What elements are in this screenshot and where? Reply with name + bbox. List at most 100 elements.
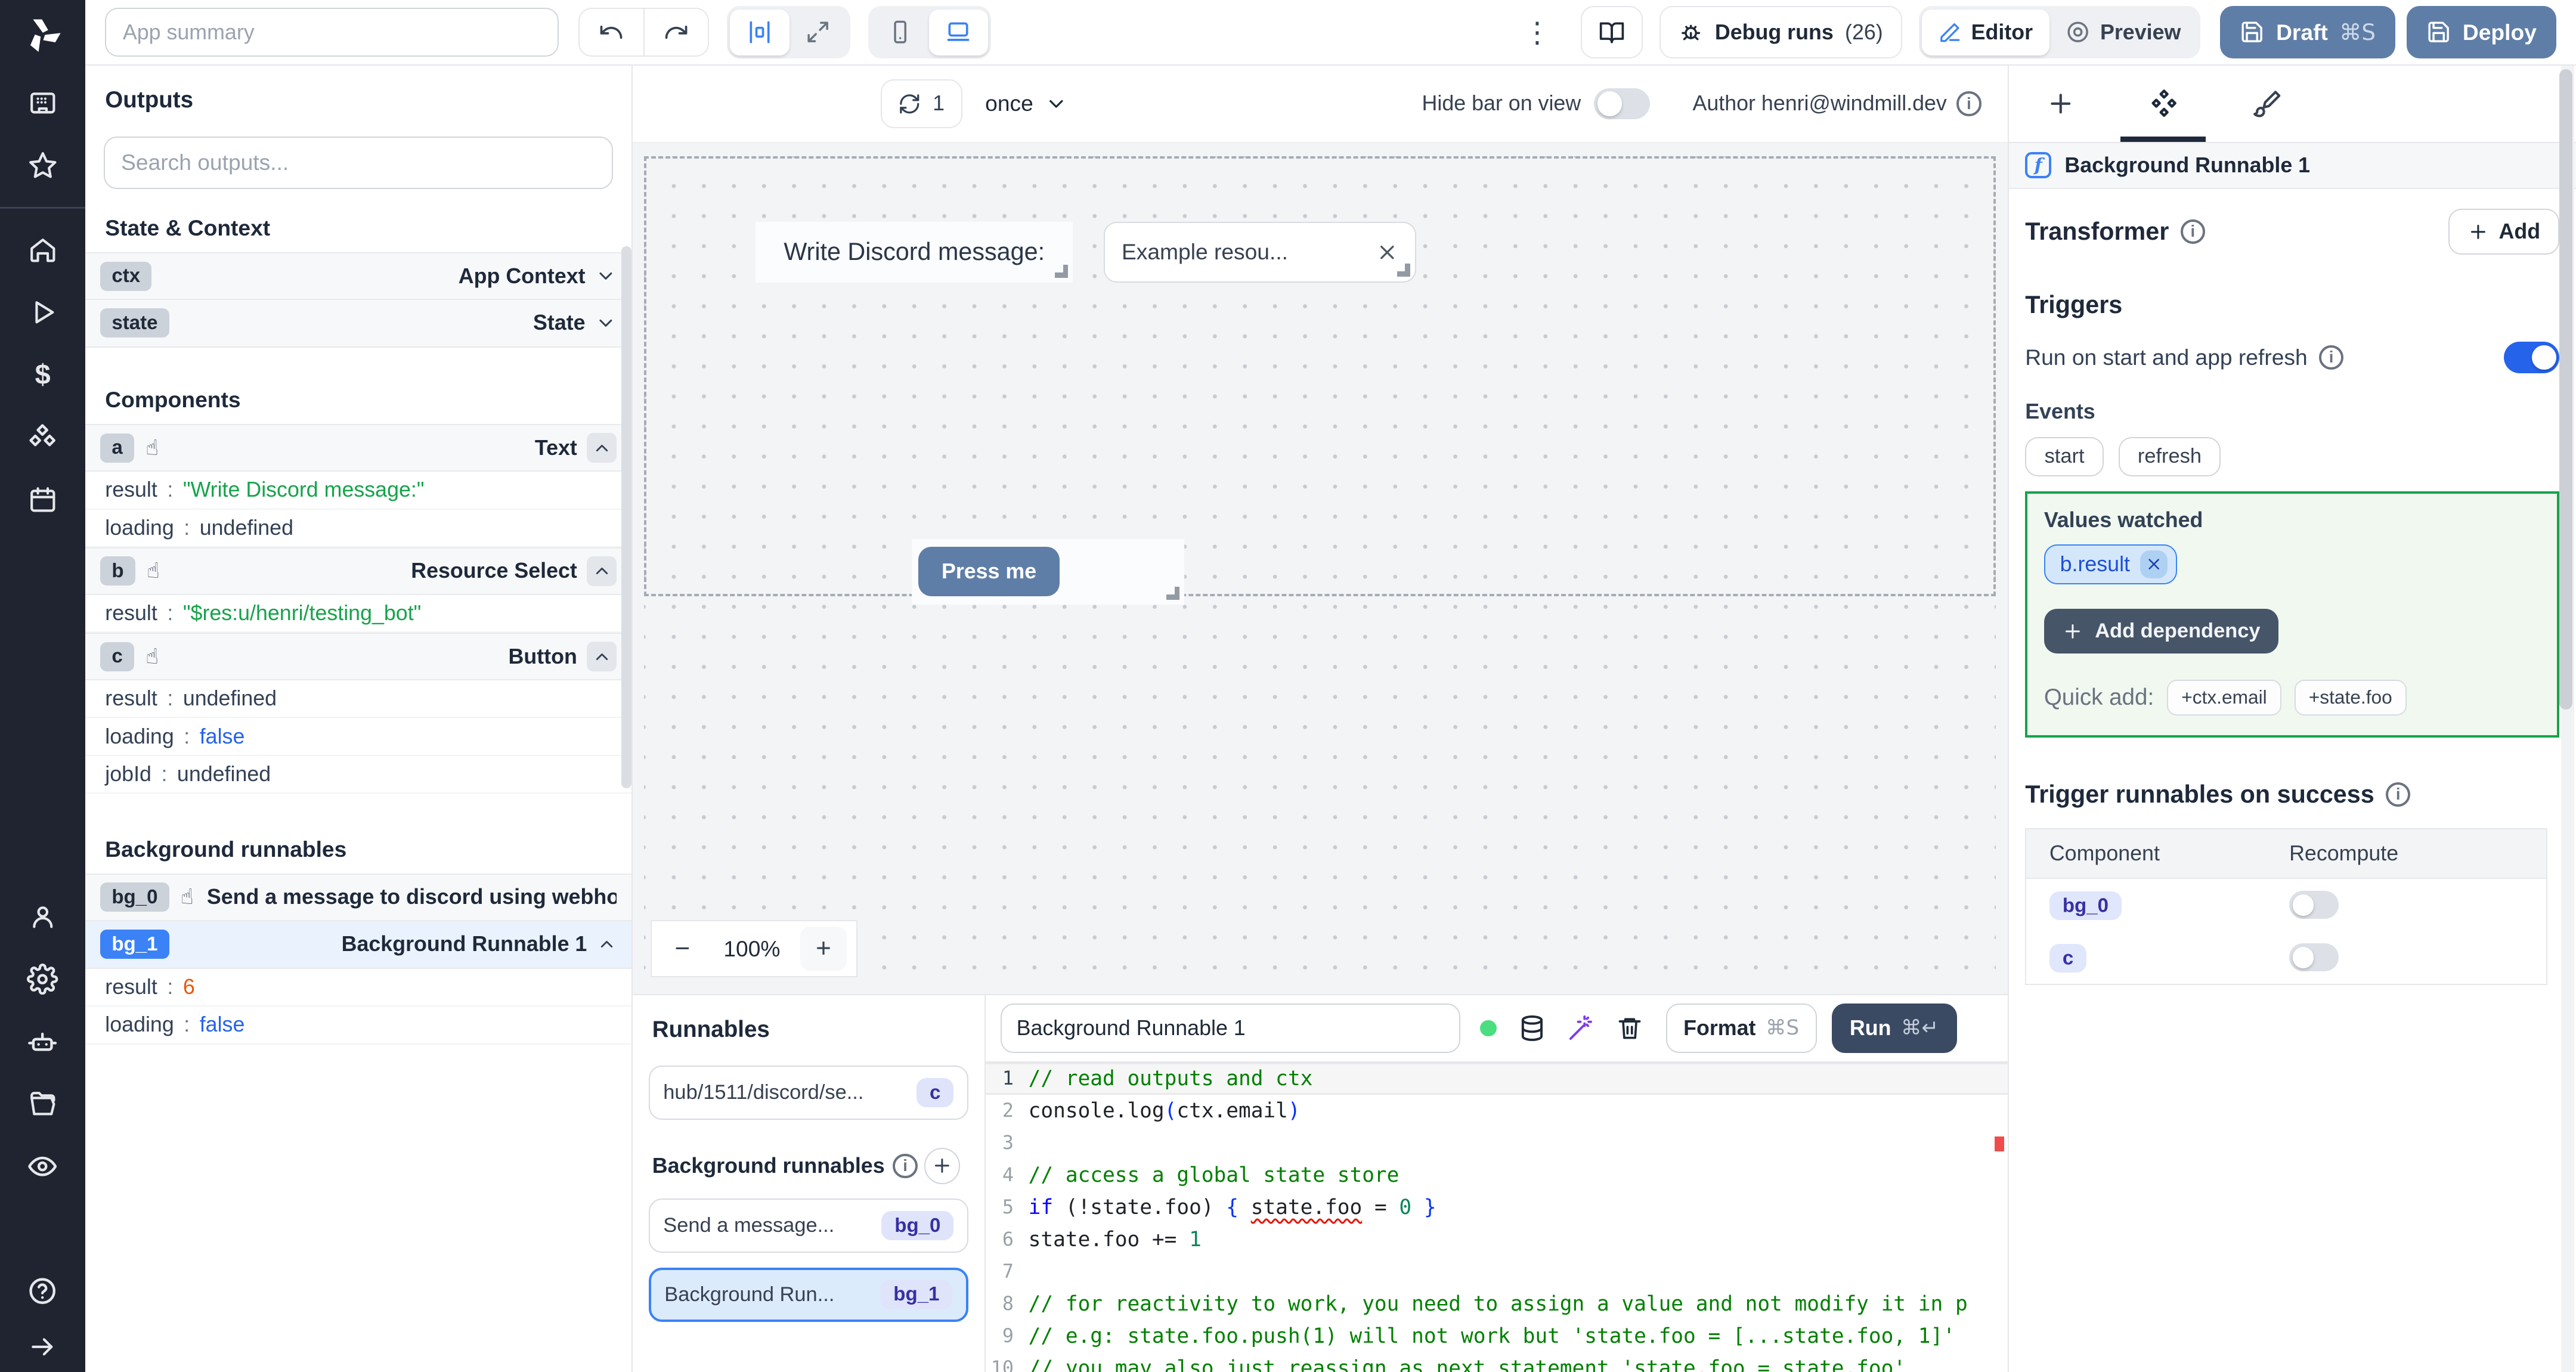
- zoom-in-button[interactable]: +: [800, 926, 847, 971]
- bg1-row[interactable]: bg_1 Background Runnable 1: [85, 921, 631, 969]
- code-line[interactable]: 8// for reactivity to work, you need to …: [986, 1288, 2008, 1320]
- info-icon[interactable]: i: [1956, 91, 1981, 116]
- outputs-scrollbar[interactable]: [621, 246, 631, 789]
- delete-trash-icon[interactable]: [1617, 1015, 1643, 1041]
- home-icon[interactable]: [0, 218, 85, 281]
- bg0-row[interactable]: bg_0 ☝ Send a message to discord using w…: [85, 874, 631, 921]
- run-button[interactable]: Run ⌘↵: [1831, 1003, 1957, 1053]
- more-options-kebab-icon[interactable]: ⋮: [1510, 16, 1564, 49]
- centered-layout-button[interactable]: [730, 9, 789, 55]
- runnable-item-bg0[interactable]: Send a message... bg_0: [649, 1198, 968, 1253]
- runnable-name-input[interactable]: [1000, 1003, 1461, 1053]
- search-outputs-input[interactable]: [103, 136, 614, 189]
- folder-icon[interactable]: [0, 1073, 85, 1135]
- event-chip-start[interactable]: start: [2025, 436, 2104, 476]
- add-dependency-button[interactable]: Add dependency: [2044, 609, 2278, 654]
- code-line[interactable]: 2 console.log(ctx.email): [986, 1095, 2008, 1127]
- redo-button[interactable]: [643, 8, 707, 56]
- event-chip-refresh[interactable]: refresh: [2118, 436, 2221, 476]
- variables-dollar-icon[interactable]: $: [0, 343, 85, 406]
- watched-value-chip[interactable]: b.result: [2044, 544, 2178, 584]
- audit-eye-icon[interactable]: [0, 1135, 85, 1198]
- app-summary-input[interactable]: [105, 7, 559, 57]
- runnable-item-hub[interactable]: hub/1511/discord/se... c: [649, 1066, 968, 1120]
- add-transformer-button[interactable]: Add: [2448, 208, 2560, 255]
- resource-select-component[interactable]: Example resou...: [1104, 221, 1416, 283]
- recompute-toggle-c[interactable]: [2289, 943, 2339, 972]
- windmill-logo-icon[interactable]: [21, 13, 64, 56]
- draft-button[interactable]: Draft ⌘S: [2220, 6, 2395, 59]
- fullscreen-layout-button[interactable]: [789, 10, 847, 55]
- runs-play-icon[interactable]: [0, 281, 85, 343]
- mobile-view-button[interactable]: [871, 10, 928, 55]
- runnable-item-bg1[interactable]: Background Run... bg_1: [649, 1268, 968, 1322]
- undo-button[interactable]: [580, 9, 643, 56]
- remove-dependency-icon[interactable]: [2140, 550, 2168, 578]
- chevron-up-icon[interactable]: [587, 642, 617, 671]
- chevron-up-icon[interactable]: [587, 556, 617, 586]
- chevron-up-icon[interactable]: [597, 934, 617, 954]
- resize-handle[interactable]: [1054, 264, 1068, 278]
- text-component[interactable]: Write Discord message:: [756, 221, 1073, 283]
- code-line[interactable]: 10// you may also just reassign as next …: [986, 1352, 2008, 1372]
- app-window-icon[interactable]: [0, 72, 85, 135]
- debug-runs-button[interactable]: Debug runs (26): [1659, 6, 1902, 59]
- hide-bar-toggle[interactable]: [1594, 88, 1650, 120]
- run-on-start-toggle[interactable]: [2503, 342, 2560, 373]
- help-icon[interactable]: [0, 1260, 85, 1323]
- deploy-button[interactable]: Deploy: [2407, 6, 2556, 59]
- code-line[interactable]: 5 if (!state.foo) { state.foo = 0 }: [986, 1191, 2008, 1224]
- tab-insert-plus-icon[interactable]: [2009, 89, 2113, 119]
- code-line[interactable]: 3: [986, 1127, 2008, 1159]
- code-line[interactable]: 4// access a global state store: [986, 1159, 2008, 1191]
- code-line[interactable]: 7: [986, 1256, 2008, 1288]
- right-panel-scrollbar[interactable]: [2559, 66, 2575, 1372]
- info-icon[interactable]: i: [893, 1153, 918, 1178]
- zoom-out-button[interactable]: −: [662, 934, 704, 964]
- tab-preview[interactable]: Preview: [2049, 10, 2197, 55]
- code-line[interactable]: 6 state.foo += 1: [986, 1224, 2008, 1256]
- database-icon[interactable]: [1518, 1014, 1546, 1042]
- chevron-up-icon[interactable]: [587, 433, 617, 463]
- schedules-calendar-icon[interactable]: [0, 468, 85, 531]
- star-icon[interactable]: [0, 135, 85, 197]
- user-icon[interactable]: [0, 885, 85, 948]
- info-icon[interactable]: i: [2318, 345, 2344, 370]
- tab-editor[interactable]: Editor: [1922, 9, 2049, 55]
- settings-gear-icon[interactable]: [0, 948, 85, 1011]
- docs-book-button[interactable]: [1580, 6, 1643, 59]
- desktop-view-button[interactable]: [928, 9, 988, 55]
- press-me-button[interactable]: Press me: [918, 547, 1060, 597]
- workers-robot-icon[interactable]: [0, 1010, 85, 1073]
- state-row[interactable]: state State: [85, 299, 631, 348]
- app-canvas[interactable]: Write Discord message: Example resou... …: [632, 143, 2008, 994]
- code-line[interactable]: 1// read outputs and ctx: [986, 1062, 2008, 1095]
- schedule-dropdown[interactable]: once: [985, 91, 1067, 116]
- info-icon[interactable]: i: [2386, 782, 2411, 807]
- tab-styling-brush-icon[interactable]: [2216, 89, 2320, 119]
- scrollbar-thumb[interactable]: [2559, 69, 2573, 710]
- recompute-toggle-bg0[interactable]: [2289, 891, 2339, 919]
- component-a-row[interactable]: a ☝ Text: [85, 424, 631, 472]
- refresh-runnables-button[interactable]: 1: [880, 79, 962, 129]
- tab-component-settings-icon[interactable]: [2112, 88, 2216, 119]
- component-c-row[interactable]: c ☝ Button: [85, 633, 631, 681]
- chevron-down-icon[interactable]: [595, 265, 617, 287]
- code-editor[interactable]: 1// read outputs and ctx 2 console.log(ctx…: [986, 1062, 2008, 1372]
- info-icon[interactable]: i: [2180, 219, 2205, 244]
- chevron-down-icon[interactable]: [595, 312, 617, 334]
- component-b-row[interactable]: b ☝ Resource Select: [85, 547, 631, 595]
- button-component-container[interactable]: Press me: [912, 538, 1185, 605]
- resize-handle[interactable]: [1397, 263, 1410, 277]
- quick-add-state-foo[interactable]: +state.foo: [2294, 679, 2407, 716]
- ctx-row[interactable]: ctx App Context: [85, 252, 631, 300]
- code-line[interactable]: 9// e.g: state.foo.push(1) will not work…: [986, 1320, 2008, 1352]
- clear-selection-icon[interactable]: [1376, 241, 1399, 264]
- resize-handle[interactable]: [1166, 586, 1180, 600]
- collapse-arrow-icon[interactable]: [0, 1323, 85, 1372]
- quick-add-ctx-email[interactable]: +ctx.email: [2167, 679, 2281, 716]
- resources-cubes-icon[interactable]: [0, 405, 85, 468]
- ai-wand-icon[interactable]: [1567, 1014, 1595, 1042]
- add-background-runnable-button[interactable]: [924, 1147, 961, 1184]
- format-button[interactable]: Format ⌘S: [1665, 1003, 1817, 1053]
